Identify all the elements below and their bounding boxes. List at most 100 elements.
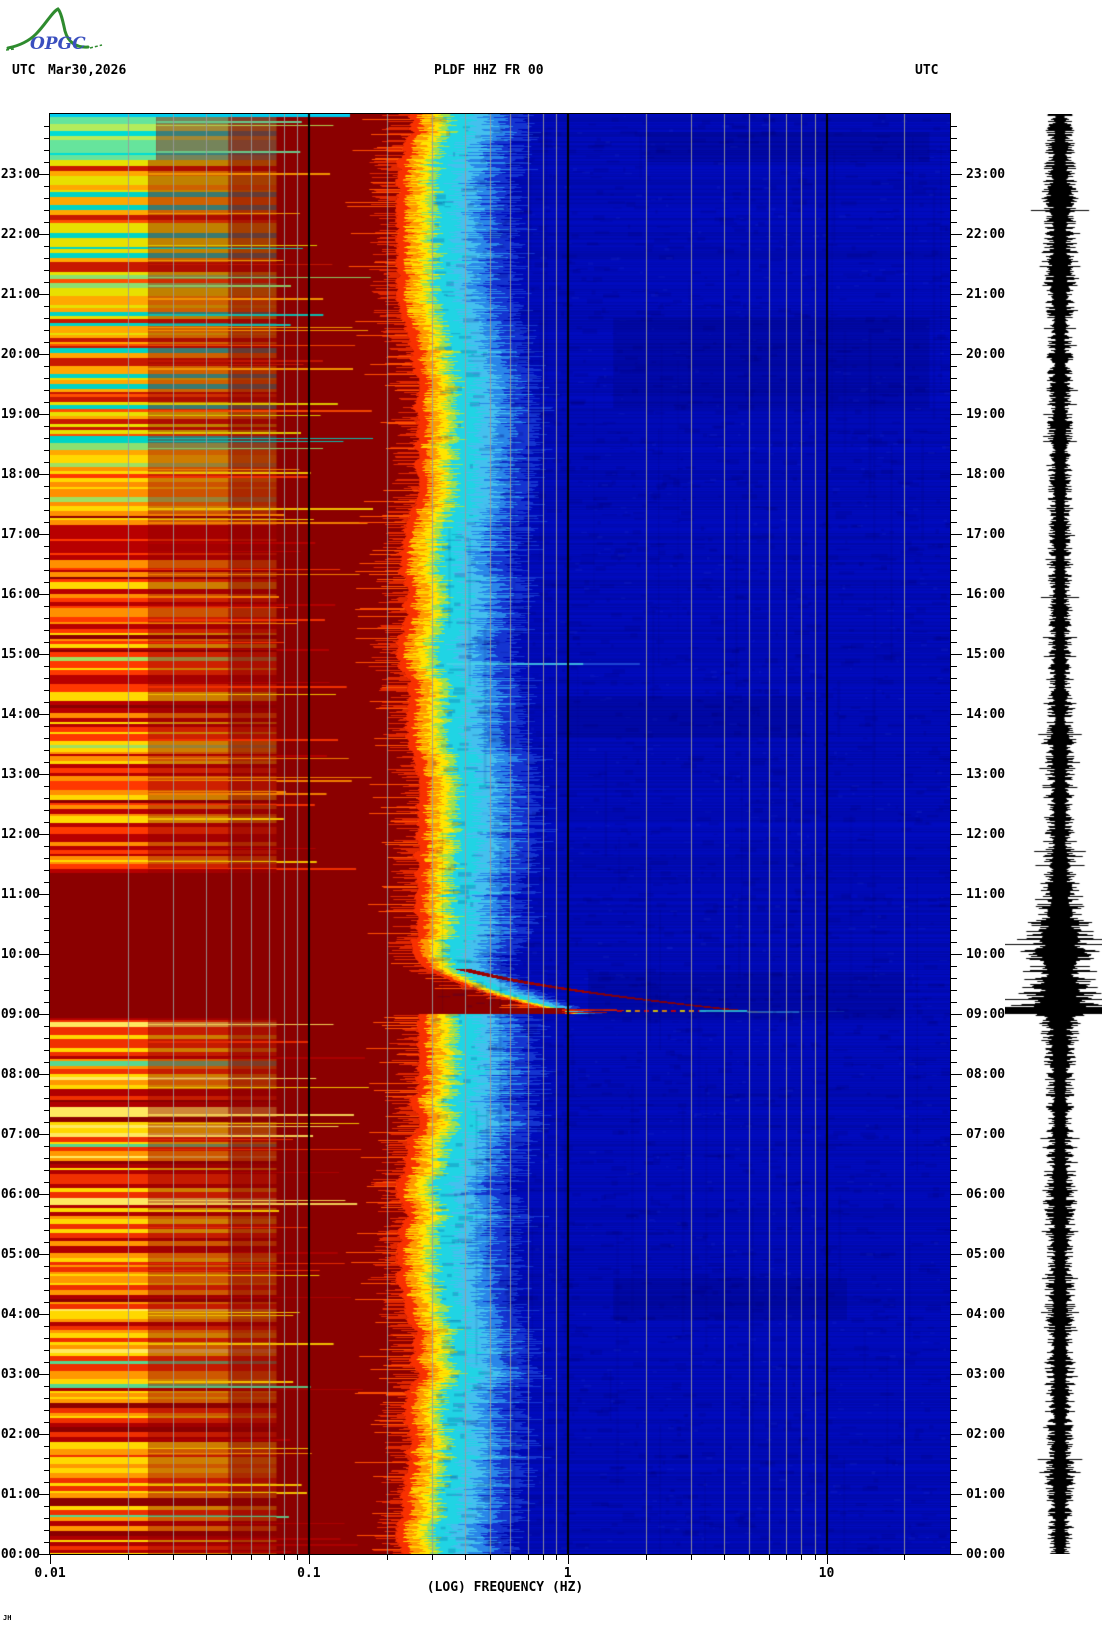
y-tick-left	[44, 1266, 50, 1267]
y-tick-label-right: 03:00	[966, 1368, 1005, 1381]
y-tick-right	[951, 1362, 957, 1363]
y-tick-right	[951, 654, 962, 655]
y-tick-label-right: 11:00	[966, 888, 1005, 901]
y-tick-right	[951, 246, 957, 247]
y-tick-left	[44, 438, 50, 439]
y-tick-right	[951, 174, 962, 175]
y-tick-left	[44, 1170, 50, 1171]
page: OPGC UTC Mar30,2026 PLDF HHZ FR 00 UTC 2…	[0, 0, 1102, 1634]
x-minor-tick	[815, 1555, 816, 1560]
y-tick-label-right: 01:00	[966, 1488, 1005, 1501]
y-tick-left	[44, 258, 50, 259]
y-tick-left	[44, 1062, 50, 1063]
y-tick-left	[44, 762, 50, 763]
y-tick-right	[951, 1146, 957, 1147]
y-tick-left	[44, 330, 50, 331]
y-tick-right	[951, 546, 957, 547]
y-tick-left	[44, 1002, 50, 1003]
y-tick-right	[951, 390, 957, 391]
y-tick-right	[951, 1422, 957, 1423]
y-tick-right	[951, 378, 957, 379]
y-tick-left	[44, 1122, 50, 1123]
y-tick-left	[44, 1398, 50, 1399]
y-tick-label-left: 00:00	[0, 1548, 40, 1561]
y-tick-left	[44, 1182, 50, 1183]
y-tick-right	[951, 450, 957, 451]
y-tick-label-right: 08:00	[966, 1068, 1005, 1081]
y-tick-label-right: 06:00	[966, 1188, 1005, 1201]
y-tick-left	[39, 1434, 50, 1435]
y-tick-right	[951, 1122, 957, 1123]
x-tick-label: 0.1	[284, 1567, 334, 1580]
y-tick-right	[951, 210, 957, 211]
y-tick-left	[39, 1074, 50, 1075]
x-minor-tick	[284, 1555, 285, 1560]
logo-dash-right-icon	[90, 45, 102, 48]
y-tick-right	[951, 1446, 957, 1447]
y-tick-left	[44, 1242, 50, 1243]
y-tick-label-left: 18:00	[0, 468, 40, 481]
y-tick-left	[44, 1350, 50, 1351]
y-tick-left	[44, 222, 50, 223]
y-tick-left	[44, 510, 50, 511]
y-tick-right	[951, 1290, 957, 1291]
y-tick-left	[44, 786, 50, 787]
y-tick-left	[39, 174, 50, 175]
x-major-tick	[309, 1555, 310, 1564]
y-tick-right	[951, 534, 962, 535]
x-minor-tick	[904, 1555, 905, 1560]
y-tick-left	[44, 750, 50, 751]
y-tick-right	[951, 1242, 957, 1243]
x-minor-tick	[749, 1555, 750, 1560]
y-tick-right	[951, 354, 962, 355]
y-tick-right	[951, 930, 957, 931]
y-tick-right	[951, 1302, 957, 1303]
x-major-tick	[50, 1555, 51, 1564]
y-tick-left	[44, 1290, 50, 1291]
y-tick-right	[951, 870, 957, 871]
opgc-logo: OPGC	[6, 4, 116, 60]
y-tick-left	[44, 246, 50, 247]
y-tick-right	[951, 258, 957, 259]
y-tick-right	[951, 846, 957, 847]
x-minor-tick	[251, 1555, 252, 1560]
logo-dash-left-icon	[6, 49, 14, 50]
y-tick-left	[44, 210, 50, 211]
y-tick-right	[951, 1470, 957, 1471]
y-tick-left	[44, 1086, 50, 1087]
x-minor-tick	[128, 1555, 129, 1560]
y-tick-right	[951, 366, 957, 367]
y-tick-right	[951, 402, 957, 403]
y-tick-left	[44, 1098, 50, 1099]
y-tick-label-left: 10:00	[0, 948, 40, 961]
y-tick-label-right: 05:00	[966, 1248, 1005, 1261]
y-tick-right	[951, 1230, 957, 1231]
y-tick-left	[44, 138, 50, 139]
y-tick-right	[951, 318, 957, 319]
y-tick-left	[44, 1338, 50, 1339]
y-tick-left	[44, 858, 50, 859]
plot-title: PLDF HHZ FR 00	[434, 64, 544, 78]
y-tick-left	[44, 738, 50, 739]
y-tick-label-left: 14:00	[0, 708, 40, 721]
y-tick-left	[39, 774, 50, 775]
y-tick-right	[951, 906, 957, 907]
y-tick-right	[951, 810, 957, 811]
y-tick-left	[44, 978, 50, 979]
y-tick-right	[951, 570, 957, 571]
y-tick-label-right: 18:00	[966, 468, 1005, 481]
y-tick-label-right: 19:00	[966, 408, 1005, 421]
y-tick-left	[39, 894, 50, 895]
y-tick-label-right: 23:00	[966, 168, 1005, 181]
y-tick-right	[951, 594, 962, 595]
y-tick-label-left: 07:00	[0, 1128, 40, 1141]
x-minor-tick	[490, 1555, 491, 1560]
y-tick-right	[951, 426, 957, 427]
x-minor-tick	[528, 1555, 529, 1560]
x-tick-label: 0.01	[25, 1567, 75, 1580]
y-tick-right	[951, 834, 962, 835]
y-tick-label-left: 15:00	[0, 648, 40, 661]
y-tick-right	[951, 1518, 957, 1519]
y-tick-right	[951, 714, 962, 715]
x-minor-tick	[510, 1555, 511, 1560]
